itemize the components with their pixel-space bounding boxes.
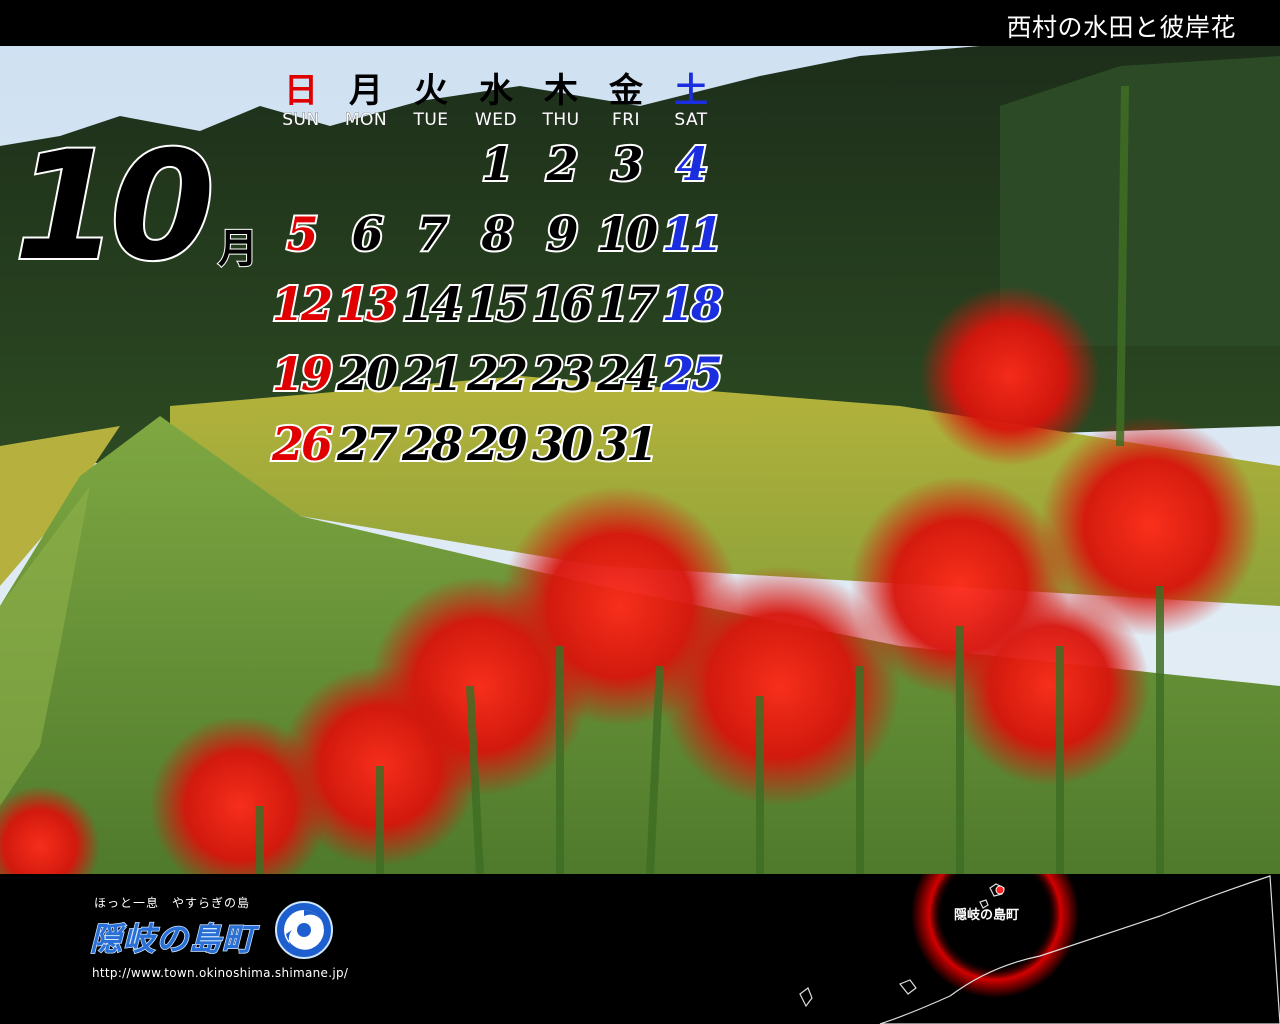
day-cell: 1 <box>479 135 515 193</box>
day-cell: 28 <box>400 415 465 473</box>
day-cell: 19 <box>270 345 335 403</box>
weekday-english: THU <box>542 110 580 131</box>
weekday-wed: 水 WED <box>464 72 528 130</box>
day-cell: 27 <box>335 415 400 473</box>
weekday-tue: 火 TUE <box>399 72 463 130</box>
weekday-kanji: 水 <box>479 71 513 111</box>
day-cell: 18 <box>660 275 725 333</box>
weekday-kanji: 金 <box>609 71 643 111</box>
day-cell: 12 <box>270 275 335 333</box>
bottom-bar: ほっと一息 やすらぎの島 隠岐の島町 http://www.town.okino… <box>0 874 1280 1024</box>
weekday-kanji: 月 <box>349 71 383 111</box>
day-cell: 4 <box>674 135 710 193</box>
day-cell: 5 <box>284 205 320 263</box>
weekday-english: SAT <box>674 110 708 131</box>
top-bar: 西村の水田と彼岸花 <box>0 0 1280 46</box>
day-cell: 13 <box>335 275 400 333</box>
month-number: 10 <box>12 120 217 294</box>
weekday-english: MON <box>344 110 388 131</box>
weekday-kanji: 日 <box>284 71 318 111</box>
day-cell: 14 <box>400 275 465 333</box>
weekday-kanji: 土 <box>674 71 708 111</box>
day-cell: 21 <box>400 345 465 403</box>
weekday-thu: 木 THU <box>529 72 593 130</box>
tagline: ほっと一息 やすらぎの島 <box>94 896 251 910</box>
weekday-kanji: 火 <box>414 71 448 111</box>
map-label: 隠岐の島町 <box>954 908 1020 923</box>
photo-title: 西村の水田と彼岸花 <box>1006 13 1236 42</box>
day-cell: 6 <box>349 205 385 263</box>
weekday-sat: 土 SAT <box>659 72 723 130</box>
calendar: 10 月 日 SUN 月 MON 火 TUE 水 WED 木 THU 金 FRI 土 SAT 123456… <box>0 46 1280 874</box>
month-kanji: 月 <box>217 225 259 273</box>
weekday-english: FRI <box>611 110 641 131</box>
weekday-sun: 日 SUN <box>269 72 333 130</box>
day-cell: 3 <box>609 135 645 193</box>
day-cell: 9 <box>544 205 580 263</box>
weekday-mon: 月 MON <box>334 72 398 130</box>
day-cell: 22 <box>465 345 530 403</box>
day-cell: 15 <box>465 275 530 333</box>
day-cell: 20 <box>335 345 400 403</box>
day-cell: 7 <box>414 205 450 263</box>
day-cell: 30 <box>530 415 595 473</box>
day-cell: 24 <box>595 345 660 403</box>
day-cell: 31 <box>595 415 660 473</box>
weekday-english: WED <box>474 110 518 131</box>
day-cell: 23 <box>530 345 595 403</box>
day-cell: 26 <box>270 415 335 473</box>
day-cell: 29 <box>465 415 530 473</box>
day-cell: 17 <box>595 275 660 333</box>
weekday-fri: 金 FRI <box>594 72 658 130</box>
town-logo-text: 隠岐の島町 <box>89 919 256 959</box>
day-cell: 16 <box>530 275 595 333</box>
weekday-english: SUN <box>282 110 320 131</box>
weekday-english: TUE <box>413 110 449 131</box>
weekday-kanji: 木 <box>544 71 578 111</box>
wallpaper: 西村の水田と彼岸花 10 月 日 SUN 月 MON 火 TUE 水 WED 木… <box>0 0 1280 1024</box>
location-map <box>799 874 1280 1024</box>
day-cell: 11 <box>660 205 725 263</box>
town-emblem-icon <box>275 901 333 959</box>
day-cell: 8 <box>479 205 515 263</box>
town-url-link[interactable]: http://www.town.okinoshima.shimane.jp/ <box>92 966 348 980</box>
day-cell: 10 <box>595 205 660 263</box>
day-cell: 2 <box>544 135 580 193</box>
day-cell: 25 <box>660 345 725 403</box>
